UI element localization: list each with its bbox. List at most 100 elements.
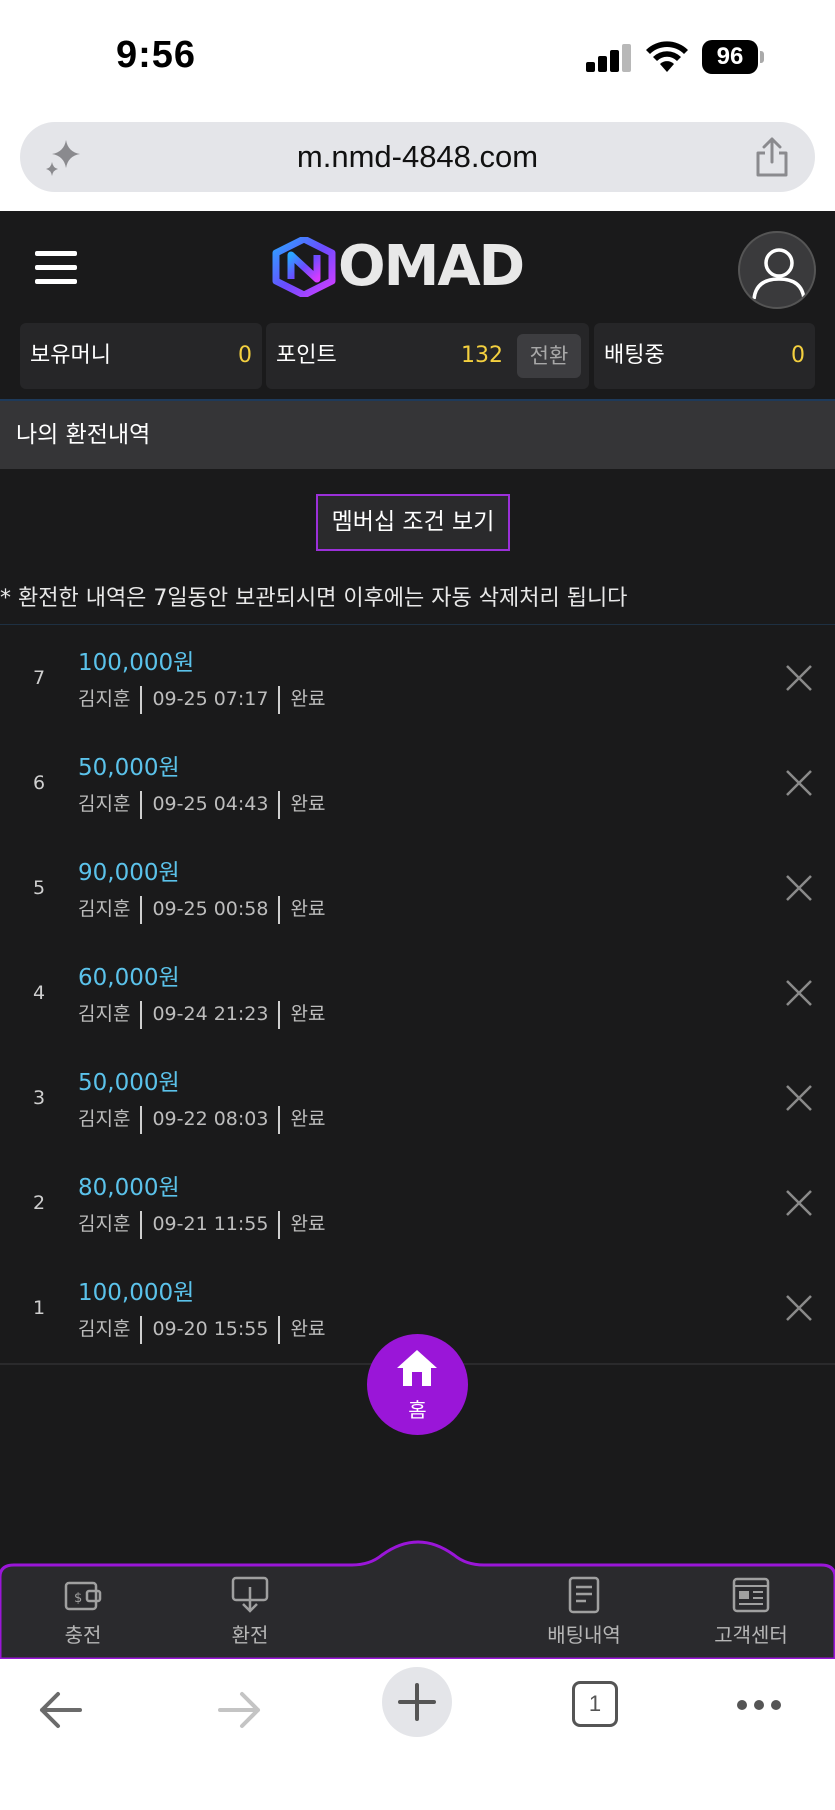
item-number: 3 bbox=[32, 1087, 46, 1109]
list-item: 2 80,000원 김지훈 09-21 11:55 완료 bbox=[0, 1152, 835, 1257]
wallet-icon: $ bbox=[64, 1581, 102, 1611]
item-name: 김지훈 bbox=[78, 1108, 131, 1130]
wifi-icon bbox=[646, 41, 688, 72]
item-amount: 90,000원 bbox=[78, 860, 180, 886]
nav-bet-history-label: 배팅내역 bbox=[547, 1623, 621, 1647]
convert-button[interactable]: 전환 bbox=[517, 334, 581, 378]
item-number: 6 bbox=[32, 772, 46, 794]
new-tab-button[interactable] bbox=[382, 1667, 452, 1737]
item-number: 4 bbox=[32, 982, 46, 1004]
item-status: 완료 bbox=[290, 1003, 326, 1025]
close-icon[interactable] bbox=[784, 1293, 814, 1323]
nav-home-button[interactable]: 홈 bbox=[367, 1334, 468, 1435]
betting-value: 0 bbox=[791, 343, 805, 368]
plus-icon bbox=[398, 1683, 436, 1721]
url-text[interactable]: m.nmd-4848.com bbox=[20, 122, 815, 192]
nomad-logo[interactable]: OMAD bbox=[268, 235, 568, 299]
nav-support[interactable]: 고객센터 bbox=[681, 1575, 821, 1655]
close-icon[interactable] bbox=[784, 1188, 814, 1218]
item-name: 김지훈 bbox=[78, 898, 131, 920]
nav-support-label: 고객센터 bbox=[714, 1623, 788, 1647]
betting-label: 배팅중 bbox=[604, 343, 665, 368]
item-datetime: 09-22 08:03 bbox=[152, 1108, 269, 1130]
back-icon[interactable] bbox=[36, 1685, 86, 1735]
nav-withdraw[interactable]: 환전 bbox=[180, 1575, 320, 1655]
item-datetime: 09-20 15:55 bbox=[152, 1318, 269, 1340]
balance-bar: 보유머니 0 포인트 132 전환 배팅중 0 bbox=[0, 323, 835, 389]
item-datetime: 09-25 00:58 bbox=[152, 898, 269, 920]
betting-balance: 배팅중 0 bbox=[594, 323, 815, 389]
item-amount: 50,000원 bbox=[78, 755, 180, 781]
withdraw-icon bbox=[231, 1576, 269, 1613]
status-bar: 9:56 96 bbox=[0, 0, 835, 110]
menu-icon[interactable] bbox=[35, 251, 77, 285]
user-icon bbox=[752, 248, 806, 300]
item-meta: 김지훈 09-20 15:55 완료 bbox=[78, 1314, 325, 1344]
item-number: 7 bbox=[32, 667, 46, 689]
point-label: 포인트 bbox=[276, 343, 337, 368]
tabs-button[interactable]: 1 bbox=[572, 1681, 618, 1727]
document-icon bbox=[568, 1576, 600, 1614]
point-value: 132 bbox=[461, 343, 503, 368]
item-name: 김지훈 bbox=[78, 688, 131, 710]
list-item: 6 50,000원 김지훈 09-25 04:43 완료 bbox=[0, 732, 835, 837]
share-icon[interactable] bbox=[752, 136, 792, 178]
forward-icon[interactable] bbox=[214, 1685, 264, 1735]
battery-icon: 96 bbox=[702, 40, 764, 74]
close-icon[interactable] bbox=[784, 978, 814, 1008]
item-status: 완료 bbox=[290, 793, 326, 815]
more-icon[interactable] bbox=[736, 1695, 782, 1715]
status-time: 9:56 bbox=[116, 34, 197, 76]
item-amount: 60,000원 bbox=[78, 965, 180, 991]
nav-deposit[interactable]: $ 충전 bbox=[13, 1575, 153, 1655]
close-icon[interactable] bbox=[784, 1083, 814, 1113]
battery-level: 96 bbox=[702, 40, 758, 74]
item-status: 완료 bbox=[290, 1108, 326, 1130]
item-meta: 김지훈 09-25 04:43 완료 bbox=[78, 789, 325, 819]
nav-home-label: 홈 bbox=[408, 1398, 427, 1422]
item-name: 김지훈 bbox=[78, 793, 131, 815]
item-number: 1 bbox=[32, 1297, 46, 1319]
item-datetime: 09-21 11:55 bbox=[152, 1213, 269, 1235]
item-amount: 100,000원 bbox=[78, 1280, 195, 1306]
item-status: 완료 bbox=[290, 688, 326, 710]
item-name: 김지훈 bbox=[78, 1318, 131, 1340]
item-number: 5 bbox=[32, 877, 46, 899]
item-datetime: 09-25 04:43 bbox=[152, 793, 269, 815]
membership-conditions-button[interactable]: 멤버십 조건 보기 bbox=[316, 494, 510, 551]
site-content: OMAD 보유머니 0 포인트 132 전환 배팅중 0 나의 환전내역 멤버십… bbox=[0, 211, 835, 1659]
item-name: 김지훈 bbox=[78, 1213, 131, 1235]
item-status: 완료 bbox=[290, 1318, 326, 1340]
money-value: 0 bbox=[238, 343, 252, 368]
address-bar[interactable]: m.nmd-4848.com bbox=[20, 122, 815, 192]
item-number: 2 bbox=[32, 1192, 46, 1214]
divider bbox=[0, 624, 835, 625]
nav-bet-history[interactable]: 배팅내역 bbox=[514, 1575, 654, 1655]
item-name: 김지훈 bbox=[78, 1003, 131, 1025]
list-item: 5 90,000원 김지훈 09-25 00:58 완료 bbox=[0, 837, 835, 942]
item-datetime: 09-24 21:23 bbox=[152, 1003, 269, 1025]
item-datetime: 09-25 07:17 bbox=[152, 688, 269, 710]
item-meta: 김지훈 09-25 00:58 완료 bbox=[78, 894, 325, 924]
cellular-signal-icon bbox=[586, 44, 634, 72]
item-meta: 김지훈 09-24 21:23 완료 bbox=[78, 999, 325, 1029]
news-icon bbox=[732, 1577, 770, 1613]
close-icon[interactable] bbox=[784, 663, 814, 693]
list-item: 3 50,000원 김지훈 09-22 08:03 완료 bbox=[0, 1047, 835, 1152]
item-amount: 50,000원 bbox=[78, 1070, 180, 1096]
item-amount: 100,000원 bbox=[78, 650, 195, 676]
close-icon[interactable] bbox=[784, 873, 814, 903]
home-icon bbox=[397, 1350, 437, 1386]
retention-notice: * 환전한 내역은 7일동안 보관되시면 이후에는 자동 삭제처리 됩니다 bbox=[0, 586, 628, 611]
money-label: 보유머니 bbox=[30, 343, 111, 368]
close-icon[interactable] bbox=[784, 768, 814, 798]
list-item: 7 100,000원 김지훈 09-25 07:17 완료 bbox=[0, 627, 835, 732]
logo-text: OMAD bbox=[338, 234, 525, 299]
nav-deposit-label: 충전 bbox=[64, 1623, 102, 1647]
page-title: 나의 환전내역 bbox=[16, 422, 151, 448]
item-meta: 김지훈 09-22 08:03 완료 bbox=[78, 1104, 325, 1134]
logo-mark-icon bbox=[272, 237, 336, 297]
profile-avatar-button[interactable] bbox=[738, 231, 816, 309]
item-meta: 김지훈 09-25 07:17 완료 bbox=[78, 684, 325, 714]
item-amount: 80,000원 bbox=[78, 1175, 180, 1201]
